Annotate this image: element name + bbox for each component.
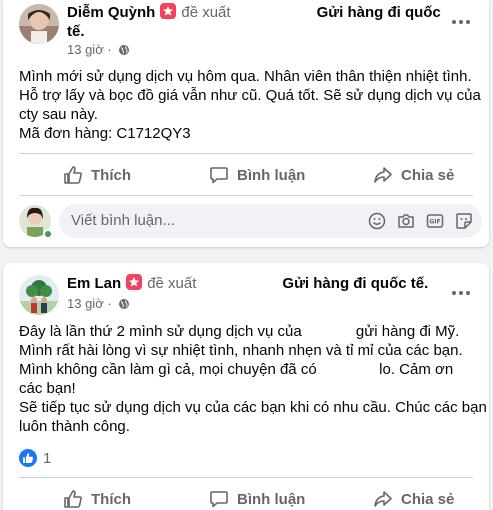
share-button[interactable]: Chia sẻ xyxy=(373,483,454,510)
more-dots-icon[interactable] xyxy=(449,281,473,305)
comment-label: Bình luận xyxy=(237,166,306,184)
svg-text:GIF: GIF xyxy=(429,219,440,226)
post-time[interactable]: 13 giờ · xyxy=(67,296,112,311)
like-icon xyxy=(64,490,82,508)
reaction-count: 1 xyxy=(43,450,52,467)
author-name[interactable]: Em Lan xyxy=(67,275,121,292)
star-badge-icon xyxy=(160,3,177,19)
author-avatar[interactable] xyxy=(19,275,59,315)
suggest-label: đề xuất xyxy=(181,4,231,21)
share-icon xyxy=(374,167,392,183)
suggest-label: đề xuất xyxy=(147,275,197,292)
comment-button[interactable]: Bình luận xyxy=(209,159,305,191)
author-avatar[interactable] xyxy=(19,4,59,44)
post-header: Diễm Quỳnh đề xuất Gửi hàng đi quốc xyxy=(67,3,447,23)
post-body: Mình mới sử dụng dịch vụ hôm qua. Nhân v… xyxy=(19,67,481,143)
divider xyxy=(19,477,473,478)
comment-tools: GIF xyxy=(368,212,474,230)
action-bar: Thích Bình luận Chia sẻ xyxy=(19,159,473,191)
comment-icon xyxy=(210,167,228,184)
share-icon xyxy=(374,491,392,507)
post-header: Em Lan đề xuất Gửi hàng đi quốc tế. xyxy=(67,274,447,294)
comment-input[interactable]: Viết bình luận... GIF xyxy=(59,204,482,238)
share-label: Chia sẻ xyxy=(401,166,455,184)
action-bar: Thích Bình luận Chia sẻ xyxy=(19,483,473,510)
order-code: Mã đơn hàng: C1712QY3 xyxy=(19,125,191,142)
author-name[interactable]: Diễm Quỳnh xyxy=(67,4,155,21)
group-name-cont[interactable]: tế. xyxy=(67,23,85,40)
like-icon xyxy=(64,166,82,184)
group-name[interactable]: Gửi hàng đi quốc tế. xyxy=(282,275,428,292)
post-card-2: Em Lan đề xuất Gửi hàng đi quốc tế. 13 giờ… xyxy=(3,263,489,510)
camera-icon[interactable] xyxy=(397,212,416,230)
post-line: Mình không cần làm gì cả, mọi chuyện đã … xyxy=(19,361,454,378)
post-line: Sẽ tiếp tục sử dụng dịch vụ của các bạn … xyxy=(19,399,487,416)
post-meta: 13 giờ · xyxy=(67,296,130,314)
share-label: Chia sẻ xyxy=(401,490,455,508)
like-button[interactable]: Thích xyxy=(63,159,131,191)
star-badge-icon xyxy=(126,274,143,290)
post-line: các bạn! xyxy=(19,380,76,397)
post-body: Đây là lần thứ 2 mình sử dụng dịch vụ củ… xyxy=(19,322,487,436)
gif-icon[interactable]: GIF xyxy=(426,212,445,230)
emoji-icon[interactable] xyxy=(368,212,387,230)
post-line: luôn thành công. xyxy=(19,418,130,435)
like-label: Thích xyxy=(91,490,131,508)
post-time[interactable]: 13 giờ · xyxy=(67,42,112,57)
comment-icon xyxy=(210,491,228,508)
globe-icon xyxy=(118,44,130,60)
comment-button[interactable]: Bình luận xyxy=(209,483,305,510)
divider xyxy=(19,195,473,196)
reactions-summary[interactable]: 1 xyxy=(19,449,51,469)
post-line: Mình mới sử dụng dịch vụ hôm qua. Nhân v… xyxy=(19,68,472,85)
like-reaction-icon xyxy=(19,449,37,467)
share-button[interactable]: Chia sẻ xyxy=(373,159,454,191)
comment-label: Bình luận xyxy=(237,490,306,508)
post-line: Hỗ trợ lấy và bọc đồ giá vẫn như cũ. Quá… xyxy=(19,87,481,104)
post-header-cont: tế. xyxy=(67,22,447,42)
divider xyxy=(19,153,473,154)
sticker-icon[interactable] xyxy=(455,212,474,230)
globe-icon xyxy=(118,298,130,314)
more-dots-icon[interactable] xyxy=(449,10,473,34)
post-line: Mình rất hài lòng vì sự nhiệt tình, nhan… xyxy=(19,342,463,359)
online-status-dot xyxy=(43,229,53,239)
like-label: Thích xyxy=(91,166,131,184)
post-meta: 13 giờ · xyxy=(67,42,130,60)
like-button[interactable]: Thích xyxy=(63,483,131,510)
group-name[interactable]: Gửi hàng đi quốc xyxy=(317,4,441,21)
post-card-1: Diễm Quỳnh đề xuất Gửi hàng đi quốc tế. 13… xyxy=(3,0,489,247)
comment-placeholder: Viết bình luận... xyxy=(71,212,175,229)
post-line: cty sau này. xyxy=(19,106,98,123)
post-line: Đây là lần thứ 2 mình sử dụng dịch vụ củ… xyxy=(19,323,460,340)
